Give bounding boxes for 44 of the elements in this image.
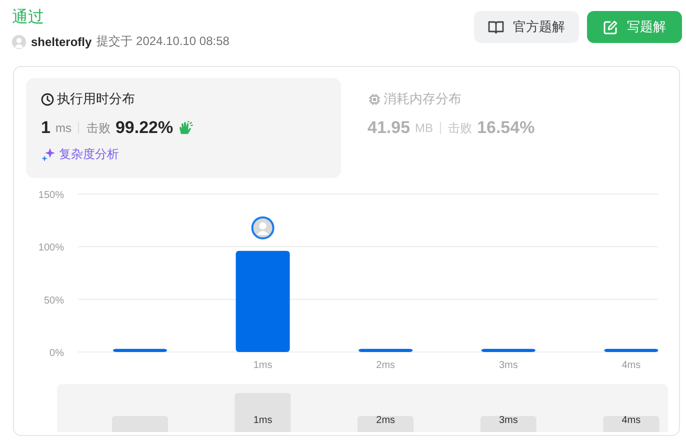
overview-label: 1ms <box>253 415 272 426</box>
clock-icon <box>41 92 54 106</box>
overview-bar <box>603 416 660 432</box>
bar[interactable] <box>358 348 413 352</box>
overview-bar <box>234 393 291 432</box>
tab-title: 执行用时分布 <box>57 90 135 108</box>
overview-bar <box>358 416 414 432</box>
clap-icon <box>178 121 194 135</box>
complexity-analysis-link[interactable]: 复杂度分析 <box>59 146 119 163</box>
runtime-tab[interactable]: 执行用时分布 1 ms 击败 99.22% 复杂度分析 <box>26 78 340 178</box>
chip-icon <box>368 92 380 106</box>
tab-title: 消耗内存分布 <box>384 90 462 108</box>
beats-percent: 16.54% <box>477 118 535 138</box>
stat-unit: ms <box>55 121 72 135</box>
beats-label: 击败 <box>86 120 110 136</box>
stat-value: 1 <box>41 118 50 138</box>
axis-label: 150% <box>38 190 64 201</box>
axis-label: 4ms <box>622 360 641 371</box>
overview-label: 2ms <box>376 415 396 426</box>
stat-value: 41.95 <box>368 118 410 138</box>
username[interactable]: shelterofly <box>31 34 92 48</box>
bar[interactable] <box>481 348 536 352</box>
axis-label: 1ms <box>253 360 272 371</box>
beats-label: 击败 <box>448 120 472 136</box>
axis-label: 50% <box>44 295 64 306</box>
axis-label: 3ms <box>498 360 518 371</box>
axis-label: 0% <box>50 348 64 359</box>
axis-label: 100% <box>38 242 64 254</box>
overview-label: 4ms <box>622 415 641 426</box>
beats-percent: 99.22% <box>115 118 174 138</box>
status-label: 通过 <box>12 8 44 28</box>
submission-time: 提交于 2024.10.10 08:58 <box>96 33 230 50</box>
bar[interactable] <box>604 348 658 352</box>
overview-label: 3ms <box>498 415 518 426</box>
sparkle-icon <box>41 148 55 162</box>
book-icon <box>488 20 504 34</box>
avatar-icon <box>12 34 26 48</box>
bar[interactable] <box>113 348 167 352</box>
overview-bar <box>480 416 536 432</box>
edit-icon <box>603 20 618 34</box>
overview-bar <box>112 416 168 432</box>
axis-label: 2ms <box>376 360 396 371</box>
solutions-button[interactable]: 官方题解 <box>474 11 579 43</box>
stat-unit: MB <box>415 121 434 135</box>
